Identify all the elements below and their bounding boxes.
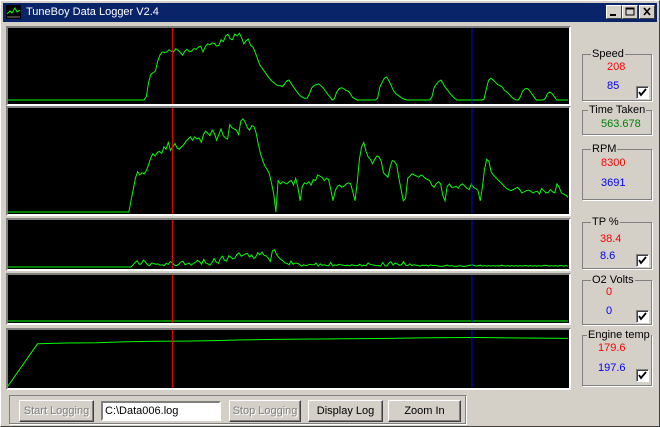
o2-plot[interactable] [6,273,571,325]
engine-temp-checkbox[interactable] [636,369,649,382]
minimize-icon [610,14,616,16]
o2-group: O2 Volts 0 0 [582,274,652,325]
engine-temp-plot[interactable] [6,328,571,390]
rpm-chart [8,108,569,214]
close-icon [643,7,651,16]
engine-temp-value-b: 197.6 [598,362,626,374]
tp-value-b: 8.6 [600,250,616,262]
checkmark-icon [638,256,647,265]
start-logging-button[interactable]: Start Logging [19,400,94,422]
speed-trace [8,32,568,101]
zoom-in-button[interactable]: Zoom In [388,400,461,422]
engine-temp-group: Engine temp 179.6 197.6 [582,329,652,386]
tp-chart [8,220,569,269]
o2-value-b: 0 [606,305,613,317]
o2-checkbox[interactable] [636,310,649,323]
time-group: Time Taken 563.678 [582,104,652,135]
minimize-button[interactable] [606,5,622,19]
engine-temp-trace [8,336,569,387]
speed-group: Speed 208 85 [582,48,652,101]
checkmark-icon [638,371,647,380]
speed-label: Speed [591,48,625,60]
tp-group: TP % 38.4 8.6 [582,216,652,269]
app-window: TuneBoy Data Logger V2.4 Speed 208 85 Ti… [0,0,660,427]
rpm-trace [8,118,569,213]
tp-value-a: 38.4 [600,233,622,245]
tp-plot[interactable] [6,218,571,271]
checkmark-icon [638,312,647,321]
tp-label: TP % [591,216,620,228]
rpm-value-b: 3691 [601,177,626,189]
rpm-label: RPM [591,143,618,155]
tp-checkbox[interactable] [636,254,649,267]
app-logo-icon [6,5,21,19]
log-file-path-input[interactable]: C:\Data006.log [101,401,221,421]
time-label: Time Taken [588,104,647,116]
engine-temp-label: Engine temp [587,329,651,341]
o2-label: O2 Volts [591,274,635,286]
close-button[interactable] [639,5,655,19]
checkmark-icon [638,88,647,97]
speed-checkbox[interactable] [636,86,649,99]
time-value: 563.678 [601,118,641,130]
o2-chart [8,275,568,323]
stop-logging-button[interactable]: Stop Logging [229,400,301,422]
engine-temp-value-a: 179.6 [598,342,626,354]
speed-value-a: 208 [607,61,626,73]
rpm-group: RPM 8300 3691 [582,143,652,200]
tp-trace [8,249,569,268]
engine-temp-chart [8,330,569,388]
o2-value-a: 0 [606,286,613,298]
display-log-button[interactable]: Display Log [308,400,383,422]
speed-chart [8,28,568,104]
maximize-button[interactable] [622,5,638,19]
maximize-icon [625,7,635,16]
rpm-plot[interactable] [6,106,571,216]
speed-plot[interactable] [6,26,571,106]
speed-value-b: 85 [607,80,620,92]
rpm-value-a: 8300 [601,157,626,169]
window-title: TuneBoy Data Logger V2.4 [26,6,159,18]
title-bar[interactable]: TuneBoy Data Logger V2.4 [3,3,657,22]
